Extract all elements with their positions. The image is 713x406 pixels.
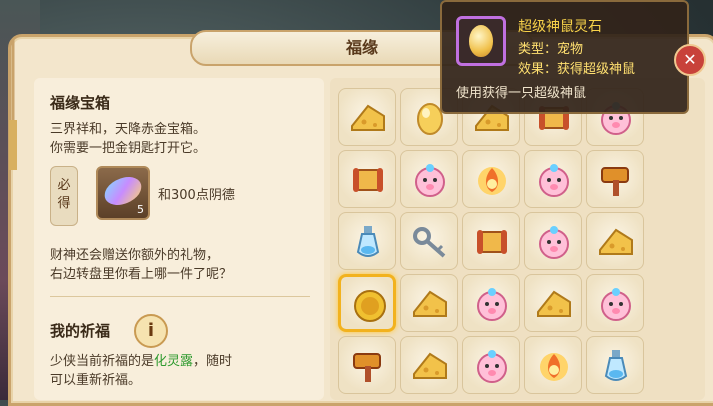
- left-info-page: 福缘宝箱 三界祥和，天降赤金宝箱。 你需要一把金钥匙打开它。 必 得 5 和30…: [34, 78, 324, 400]
- prize-grid: [338, 88, 644, 394]
- prize-cell-pig[interactable]: [524, 212, 582, 270]
- prize-cell-pig[interactable]: [462, 274, 520, 332]
- blessing-item-name: 化灵露: [154, 354, 194, 369]
- tooltip-item-slot: [456, 16, 506, 66]
- scroll-icon: [348, 160, 388, 200]
- reward-item-slot[interactable]: 5: [96, 166, 150, 220]
- tassel-decoration: [9, 40, 17, 170]
- close-button[interactable]: ✕: [674, 44, 706, 76]
- hammer-icon: [596, 160, 636, 200]
- prize-cell-bottle[interactable]: [586, 336, 644, 394]
- guaranteed-char-2: 得: [57, 196, 71, 211]
- tooltip-item-name: 超级神鼠灵石: [518, 19, 602, 35]
- cheese-icon: [410, 346, 450, 386]
- pig-icon: [472, 346, 512, 386]
- prize-cell-pig[interactable]: [462, 336, 520, 394]
- intro-line-2: 你需要一把金钥匙打开它。: [50, 141, 207, 156]
- cheese-icon: [596, 222, 636, 262]
- reward-item-count: 5: [137, 203, 144, 216]
- scroll-icon: [472, 222, 512, 262]
- prize-cell-scroll[interactable]: [338, 150, 396, 208]
- fire-icon: [472, 160, 512, 200]
- reward-text: 和300点阴德: [158, 188, 235, 203]
- tooltip-item-type: 类型：宠物: [518, 42, 584, 57]
- gift-line-1: 财神还会赠送你额外的礼物，: [50, 248, 220, 263]
- hammer-icon: [348, 346, 388, 386]
- prize-cell-pig[interactable]: [586, 274, 644, 332]
- pig-icon: [410, 160, 450, 200]
- bottle-icon: [348, 222, 388, 262]
- prize-cell-cheese[interactable]: [400, 336, 458, 394]
- golden-egg-icon: [469, 25, 493, 57]
- fire-icon: [534, 346, 574, 386]
- prize-cell-hammer[interactable]: [586, 150, 644, 208]
- blessing-suffix: ，随时: [193, 354, 233, 369]
- pig-icon: [534, 160, 574, 200]
- bottle-icon: [596, 346, 636, 386]
- prize-cell-hammer[interactable]: [338, 336, 396, 394]
- prize-cell-pig[interactable]: [400, 150, 458, 208]
- blessing-line-2: 可以重新祈福。: [50, 373, 142, 388]
- prize-cell-pig[interactable]: [524, 150, 582, 208]
- guaranteed-char-1: 必: [57, 178, 71, 193]
- prize-cell-cheese[interactable]: [524, 274, 582, 332]
- cheese-icon: [348, 98, 388, 138]
- prize-cell-cheese[interactable]: [400, 274, 458, 332]
- tooltip-item-effect: 效果：获得超级神鼠: [518, 62, 636, 77]
- item-tooltip: 超级神鼠灵石 类型：宠物 效果：获得超级神鼠 使用获得一只超级神鼠: [440, 0, 689, 114]
- coin-icon: [350, 286, 390, 326]
- info-icon[interactable]: i: [134, 314, 168, 348]
- tooltip-description: 使用获得一只超级神鼠: [456, 86, 587, 101]
- prize-cell-key[interactable]: [400, 212, 458, 270]
- prize-cell-scroll[interactable]: [462, 212, 520, 270]
- box-title: 福缘宝箱: [50, 94, 111, 112]
- prize-cell-fire[interactable]: [462, 150, 520, 208]
- cheese-icon: [410, 284, 450, 324]
- section-divider: [50, 296, 310, 297]
- pig-icon: [534, 222, 574, 262]
- prize-cell-fire[interactable]: [524, 336, 582, 394]
- blessing-line-1: 少侠当前祈福的是化灵露，随时: [50, 352, 310, 371]
- guaranteed-badge: 必 得: [50, 166, 78, 226]
- blessing-prefix: 少侠当前祈福的是: [50, 354, 155, 369]
- gift-line-2: 右边转盘里你看上哪一件了呢？: [50, 267, 233, 282]
- key-icon: [410, 222, 450, 262]
- cheese-icon: [534, 284, 574, 324]
- prize-cell-coin[interactable]: [338, 274, 396, 332]
- blessing-title: 我的祈福: [50, 322, 111, 340]
- intro-line-1: 三界祥和，天降赤金宝箱。: [50, 122, 207, 137]
- prize-cell-cheese[interactable]: [586, 212, 644, 270]
- prize-cell-cheese[interactable]: [338, 88, 396, 146]
- pig-icon: [596, 284, 636, 324]
- pig-icon: [472, 284, 512, 324]
- prize-cell-bottle[interactable]: [338, 212, 396, 270]
